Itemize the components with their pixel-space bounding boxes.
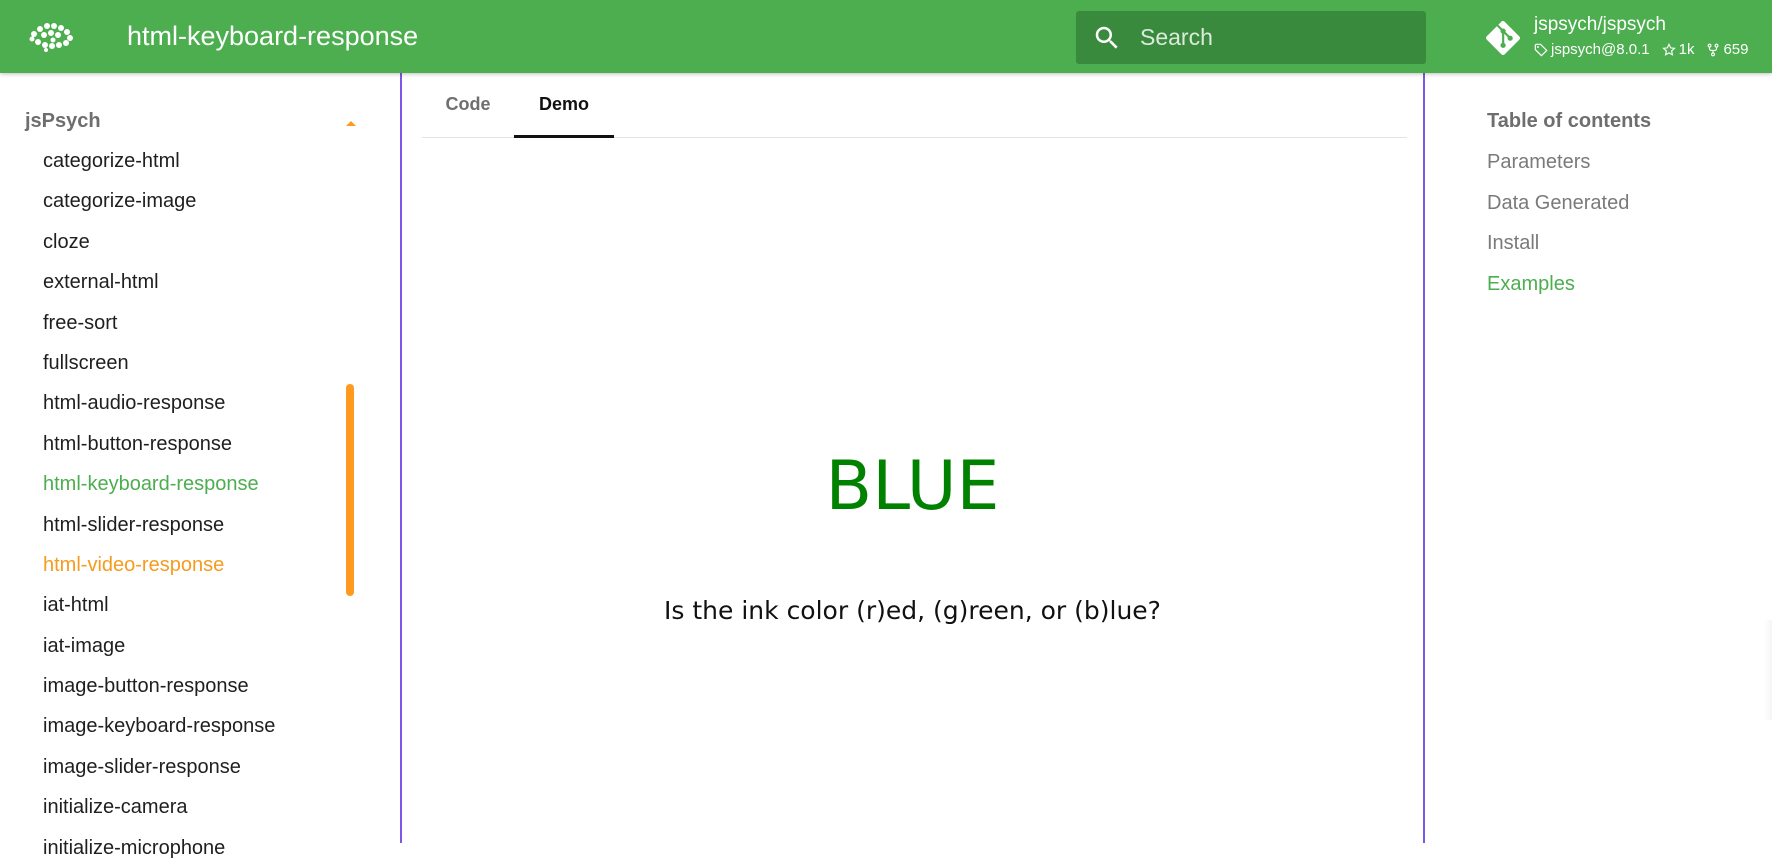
nav-list: categorize-html categorize-image cloze exte… bbox=[43, 141, 275, 868]
sidebar-item-iat-image[interactable]: iat-image bbox=[43, 626, 275, 666]
stars-count: 1k bbox=[1678, 41, 1695, 58]
repo-meta: jspsych@8.0.1 1k 659 bbox=[1534, 40, 1760, 60]
sidebar-item-external-html[interactable]: external-html bbox=[43, 262, 275, 302]
sidebar-item-html-button-response[interactable]: html-button-response bbox=[43, 424, 275, 464]
tab-demo[interactable]: Demo bbox=[514, 73, 614, 138]
response-prompt: Is the ink color (r)ed, (g)reen, or (b)l… bbox=[664, 596, 1161, 625]
sidebar-item-initialize-microphone[interactable]: initialize-microphone bbox=[43, 828, 275, 868]
search-input[interactable] bbox=[1140, 11, 1410, 64]
nav-section-title[interactable]: jsPsych bbox=[25, 110, 101, 133]
tab-code[interactable]: Code bbox=[422, 73, 514, 136]
sidebar-item-html-keyboard-response[interactable]: html-keyboard-response bbox=[43, 464, 275, 504]
toc-item-data-generated[interactable]: Data Generated bbox=[1487, 183, 1629, 224]
sidebar-item-html-slider-response[interactable]: html-slider-response bbox=[43, 505, 275, 545]
repo-stars: 1k bbox=[1661, 40, 1695, 60]
collapse-caret-icon[interactable] bbox=[345, 119, 357, 127]
repo-name: jspsych/jspsych bbox=[1534, 14, 1666, 35]
sidebar-scrollbar[interactable] bbox=[346, 384, 354, 596]
toc-title: Table of contents bbox=[1487, 110, 1652, 132]
fork-icon bbox=[1707, 43, 1719, 57]
sidebar-item-fullscreen[interactable]: fullscreen bbox=[43, 343, 275, 383]
tag-icon bbox=[1534, 43, 1548, 57]
sidebar-item-initialize-camera[interactable]: initialize-camera bbox=[43, 787, 275, 827]
sidebar-nav: jsPsych categorize-html categorize-image c… bbox=[0, 73, 400, 859]
sidebar-item-image-slider-response[interactable]: image-slider-response bbox=[43, 747, 275, 787]
sidebar-item-categorize-html[interactable]: categorize-html bbox=[43, 141, 275, 181]
edge-shadow bbox=[1764, 620, 1772, 720]
sidebar-item-iat-html[interactable]: iat-html bbox=[43, 585, 275, 625]
brain-logo-icon[interactable] bbox=[26, 20, 76, 54]
stimulus-word: BLUE bbox=[825, 447, 1000, 526]
sidebar-item-image-button-response[interactable]: image-button-response bbox=[43, 666, 275, 706]
sidebar-item-html-audio-response[interactable]: html-audio-response bbox=[43, 383, 275, 423]
search-box[interactable] bbox=[1076, 11, 1426, 64]
sidebar-item-html-video-response[interactable]: html-video-response bbox=[43, 545, 275, 585]
sidebar-item-cloze[interactable]: cloze bbox=[43, 222, 275, 262]
git-icon bbox=[1486, 21, 1520, 55]
forks-count: 659 bbox=[1723, 41, 1749, 58]
sidebar-item-free-sort[interactable]: free-sort bbox=[43, 303, 275, 343]
version-label: jspsych@8.0.1 bbox=[1551, 41, 1650, 58]
repo-link[interactable]: jspsych/jspsych jspsych@8.0.1 1k 659 bbox=[1486, 10, 1772, 66]
toc-item-install[interactable]: Install bbox=[1487, 223, 1629, 264]
toc-list: Parameters Data Generated Install Examples bbox=[1487, 142, 1629, 304]
tab-bar: Code Demo bbox=[422, 73, 1407, 138]
repo-version: jspsych@8.0.1 bbox=[1534, 40, 1650, 60]
sidebar-item-image-keyboard-response[interactable]: image-keyboard-response bbox=[43, 706, 275, 746]
top-header: html-keyboard-response jspsych/jspsych j… bbox=[0, 0, 1772, 73]
star-icon bbox=[1661, 43, 1676, 56]
repo-forks: 659 bbox=[1706, 40, 1748, 60]
page-title: html-keyboard-response bbox=[127, 21, 419, 51]
toc-item-parameters[interactable]: Parameters bbox=[1487, 142, 1629, 183]
demo-frame: Code Demo BLUE Is the ink color (r)ed, (… bbox=[400, 73, 1425, 843]
sidebar-item-categorize-image[interactable]: categorize-image bbox=[43, 181, 275, 221]
toc-item-examples[interactable]: Examples bbox=[1487, 264, 1629, 305]
search-icon bbox=[1095, 26, 1118, 49]
